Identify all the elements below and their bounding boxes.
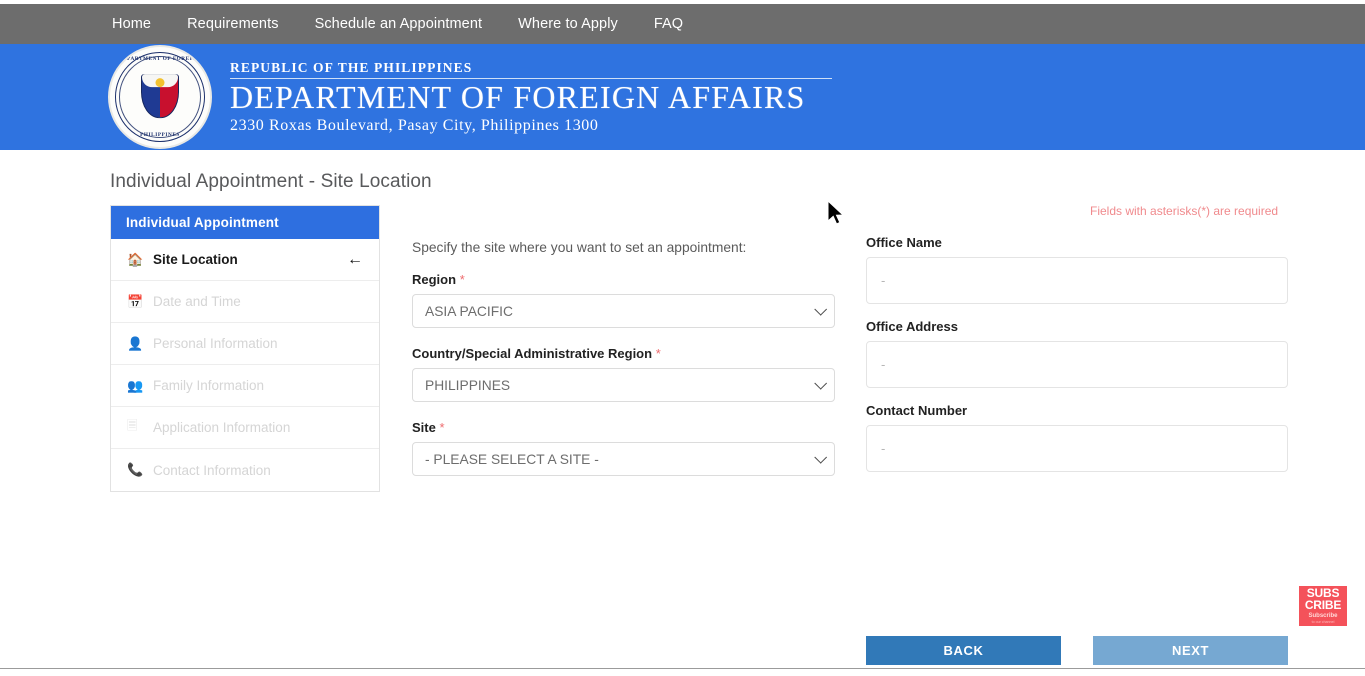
site-location-form: Specify the site where you want to set a… <box>412 240 837 494</box>
sidebar-item-label: Site Location <box>153 252 238 267</box>
site-details-panel: Office Name - Office Address - Contact N… <box>866 235 1290 487</box>
users-icon: 👥 <box>127 377 144 393</box>
dfa-seal-icon: DEPARTMENT OF FOREIGN PHILIPPINES <box>108 45 212 149</box>
office-address-value: - <box>866 341 1288 388</box>
contact-number-value: - <box>866 425 1288 472</box>
site-header-banner: DEPARTMENT OF FOREIGN PHILIPPINES REPUBL… <box>0 44 1365 150</box>
sidebar-item-date-and-time[interactable]: 📅 Date and Time <box>111 281 379 323</box>
sidebar-item-application-information[interactable]: 🗏 Application Information <box>111 407 379 449</box>
sidebar-header: Individual Appointment <box>111 206 379 239</box>
site-label-text: Site <box>412 420 436 435</box>
seal-top-text: DEPARTMENT OF FOREIGN <box>118 56 202 62</box>
arrow-left-icon: ← <box>347 250 363 268</box>
appointment-steps-sidebar: Individual Appointment 🏠 Site Location ←… <box>110 205 380 492</box>
sidebar-item-label: Date and Time <box>153 294 241 309</box>
subscribe-badge[interactable]: SUBS CRIBE Subscribe to our channel <box>1299 586 1347 626</box>
banner-text-block: REPUBLIC OF THE PHILIPPINES DEPARTMENT O… <box>230 59 833 135</box>
home-icon: 🏠 <box>127 251 144 267</box>
nav-item-faq[interactable]: FAQ <box>654 16 683 32</box>
banner-address-line: 2330 Roxas Boulevard, Pasay City, Philip… <box>230 116 599 134</box>
nav-item-home[interactable]: Home <box>112 16 151 32</box>
region-selected-value: ASIA PACIFIC <box>425 303 513 319</box>
seal-bottom-text: PHILIPPINES <box>140 132 180 138</box>
site-selected-value: - PLEASE SELECT A SITE - <box>425 451 599 467</box>
chevron-down-icon <box>814 302 828 316</box>
site-label: Site * <box>412 420 837 435</box>
back-button[interactable]: BACK <box>866 636 1061 665</box>
banner-department-line: DEPARTMENT OF FOREIGN AFFAIRS <box>230 79 806 116</box>
subscribe-line-4: to our channel <box>1311 620 1335 624</box>
seal-sun-icon <box>155 78 165 88</box>
sidebar-item-label: Personal Information <box>153 336 278 351</box>
country-selected-value: PHILIPPINES <box>425 377 511 393</box>
sidebar-item-label: Application Information <box>153 420 291 435</box>
nav-item-where-to-apply[interactable]: Where to Apply <box>518 16 618 32</box>
office-address-label: Office Address <box>866 319 958 334</box>
site-select[interactable]: - PLEASE SELECT A SITE - <box>412 442 835 476</box>
page-title: Individual Appointment - Site Location <box>110 171 432 192</box>
country-select[interactable]: PHILIPPINES <box>412 368 835 402</box>
subscribe-line-2: CRIBE <box>1304 598 1342 612</box>
sidebar-item-label: Family Information <box>153 378 265 393</box>
banner-republic-line: REPUBLIC OF THE PHILIPPINES <box>230 60 833 80</box>
office-name-label: Office Name <box>866 235 942 250</box>
page-bottom-divider <box>0 668 1365 669</box>
nav-item-schedule-an-appointment[interactable]: Schedule an Appointment <box>315 16 483 32</box>
country-required-asterisk: * <box>655 346 661 361</box>
phone-icon: 📞 <box>127 462 144 477</box>
region-label-text: Region <box>412 272 457 287</box>
region-label: Region * <box>412 272 837 287</box>
subscribe-line-3: Subscribe <box>1308 613 1338 619</box>
chevron-down-icon <box>814 450 828 464</box>
form-intro-text: Specify the site where you want to set a… <box>412 240 747 255</box>
top-navigation-bar: Home Requirements Schedule an Appointmen… <box>0 4 1365 44</box>
country-label: Country/Special Administrative Region * <box>412 346 837 361</box>
nav-item-requirements[interactable]: Requirements <box>187 16 278 32</box>
sidebar-item-personal-information[interactable]: 👤 Personal Information <box>111 323 379 365</box>
site-required-asterisk: * <box>439 420 445 435</box>
sidebar-item-family-information[interactable]: 👥 Family Information <box>111 365 379 407</box>
chevron-down-icon <box>814 376 828 390</box>
contact-number-label: Contact Number <box>866 403 968 418</box>
required-fields-note: Fields with asterisks(*) are required <box>1090 204 1279 218</box>
calendar-icon: 📅 <box>127 293 144 309</box>
country-label-text: Country/Special Administrative Region <box>412 346 653 361</box>
sidebar-item-contact-information[interactable]: 📞 Contact Information <box>111 449 379 491</box>
region-select[interactable]: ASIA PACIFIC <box>412 294 835 328</box>
sidebar-item-label: Contact Information <box>153 462 271 478</box>
mouse-cursor <box>827 200 845 225</box>
region-required-asterisk: * <box>459 272 465 287</box>
next-button[interactable]: NEXT <box>1093 636 1288 665</box>
user-icon: 👤 <box>127 335 144 351</box>
sidebar-item-site-location[interactable]: 🏠 Site Location ← <box>111 239 379 281</box>
id-card-icon: 🗏 <box>127 417 138 433</box>
office-name-value: - <box>866 257 1288 304</box>
